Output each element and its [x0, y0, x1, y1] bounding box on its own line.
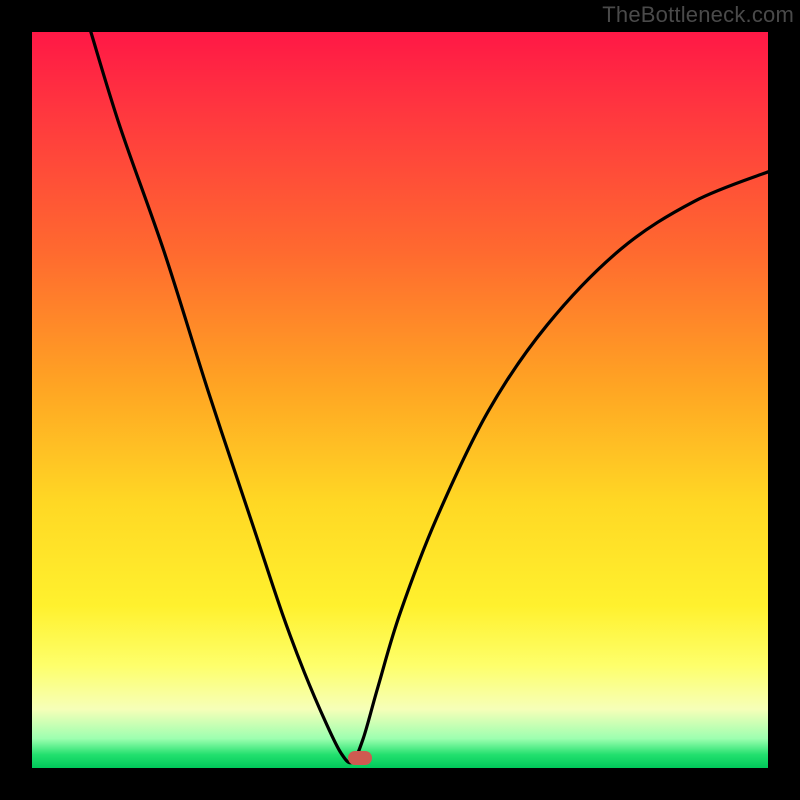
chart-frame: TheBottleneck.com — [0, 0, 800, 800]
attribution-text: TheBottleneck.com — [602, 2, 794, 28]
plot-area — [32, 32, 768, 768]
optimum-marker — [348, 751, 372, 765]
bottleneck-curve — [32, 32, 768, 768]
